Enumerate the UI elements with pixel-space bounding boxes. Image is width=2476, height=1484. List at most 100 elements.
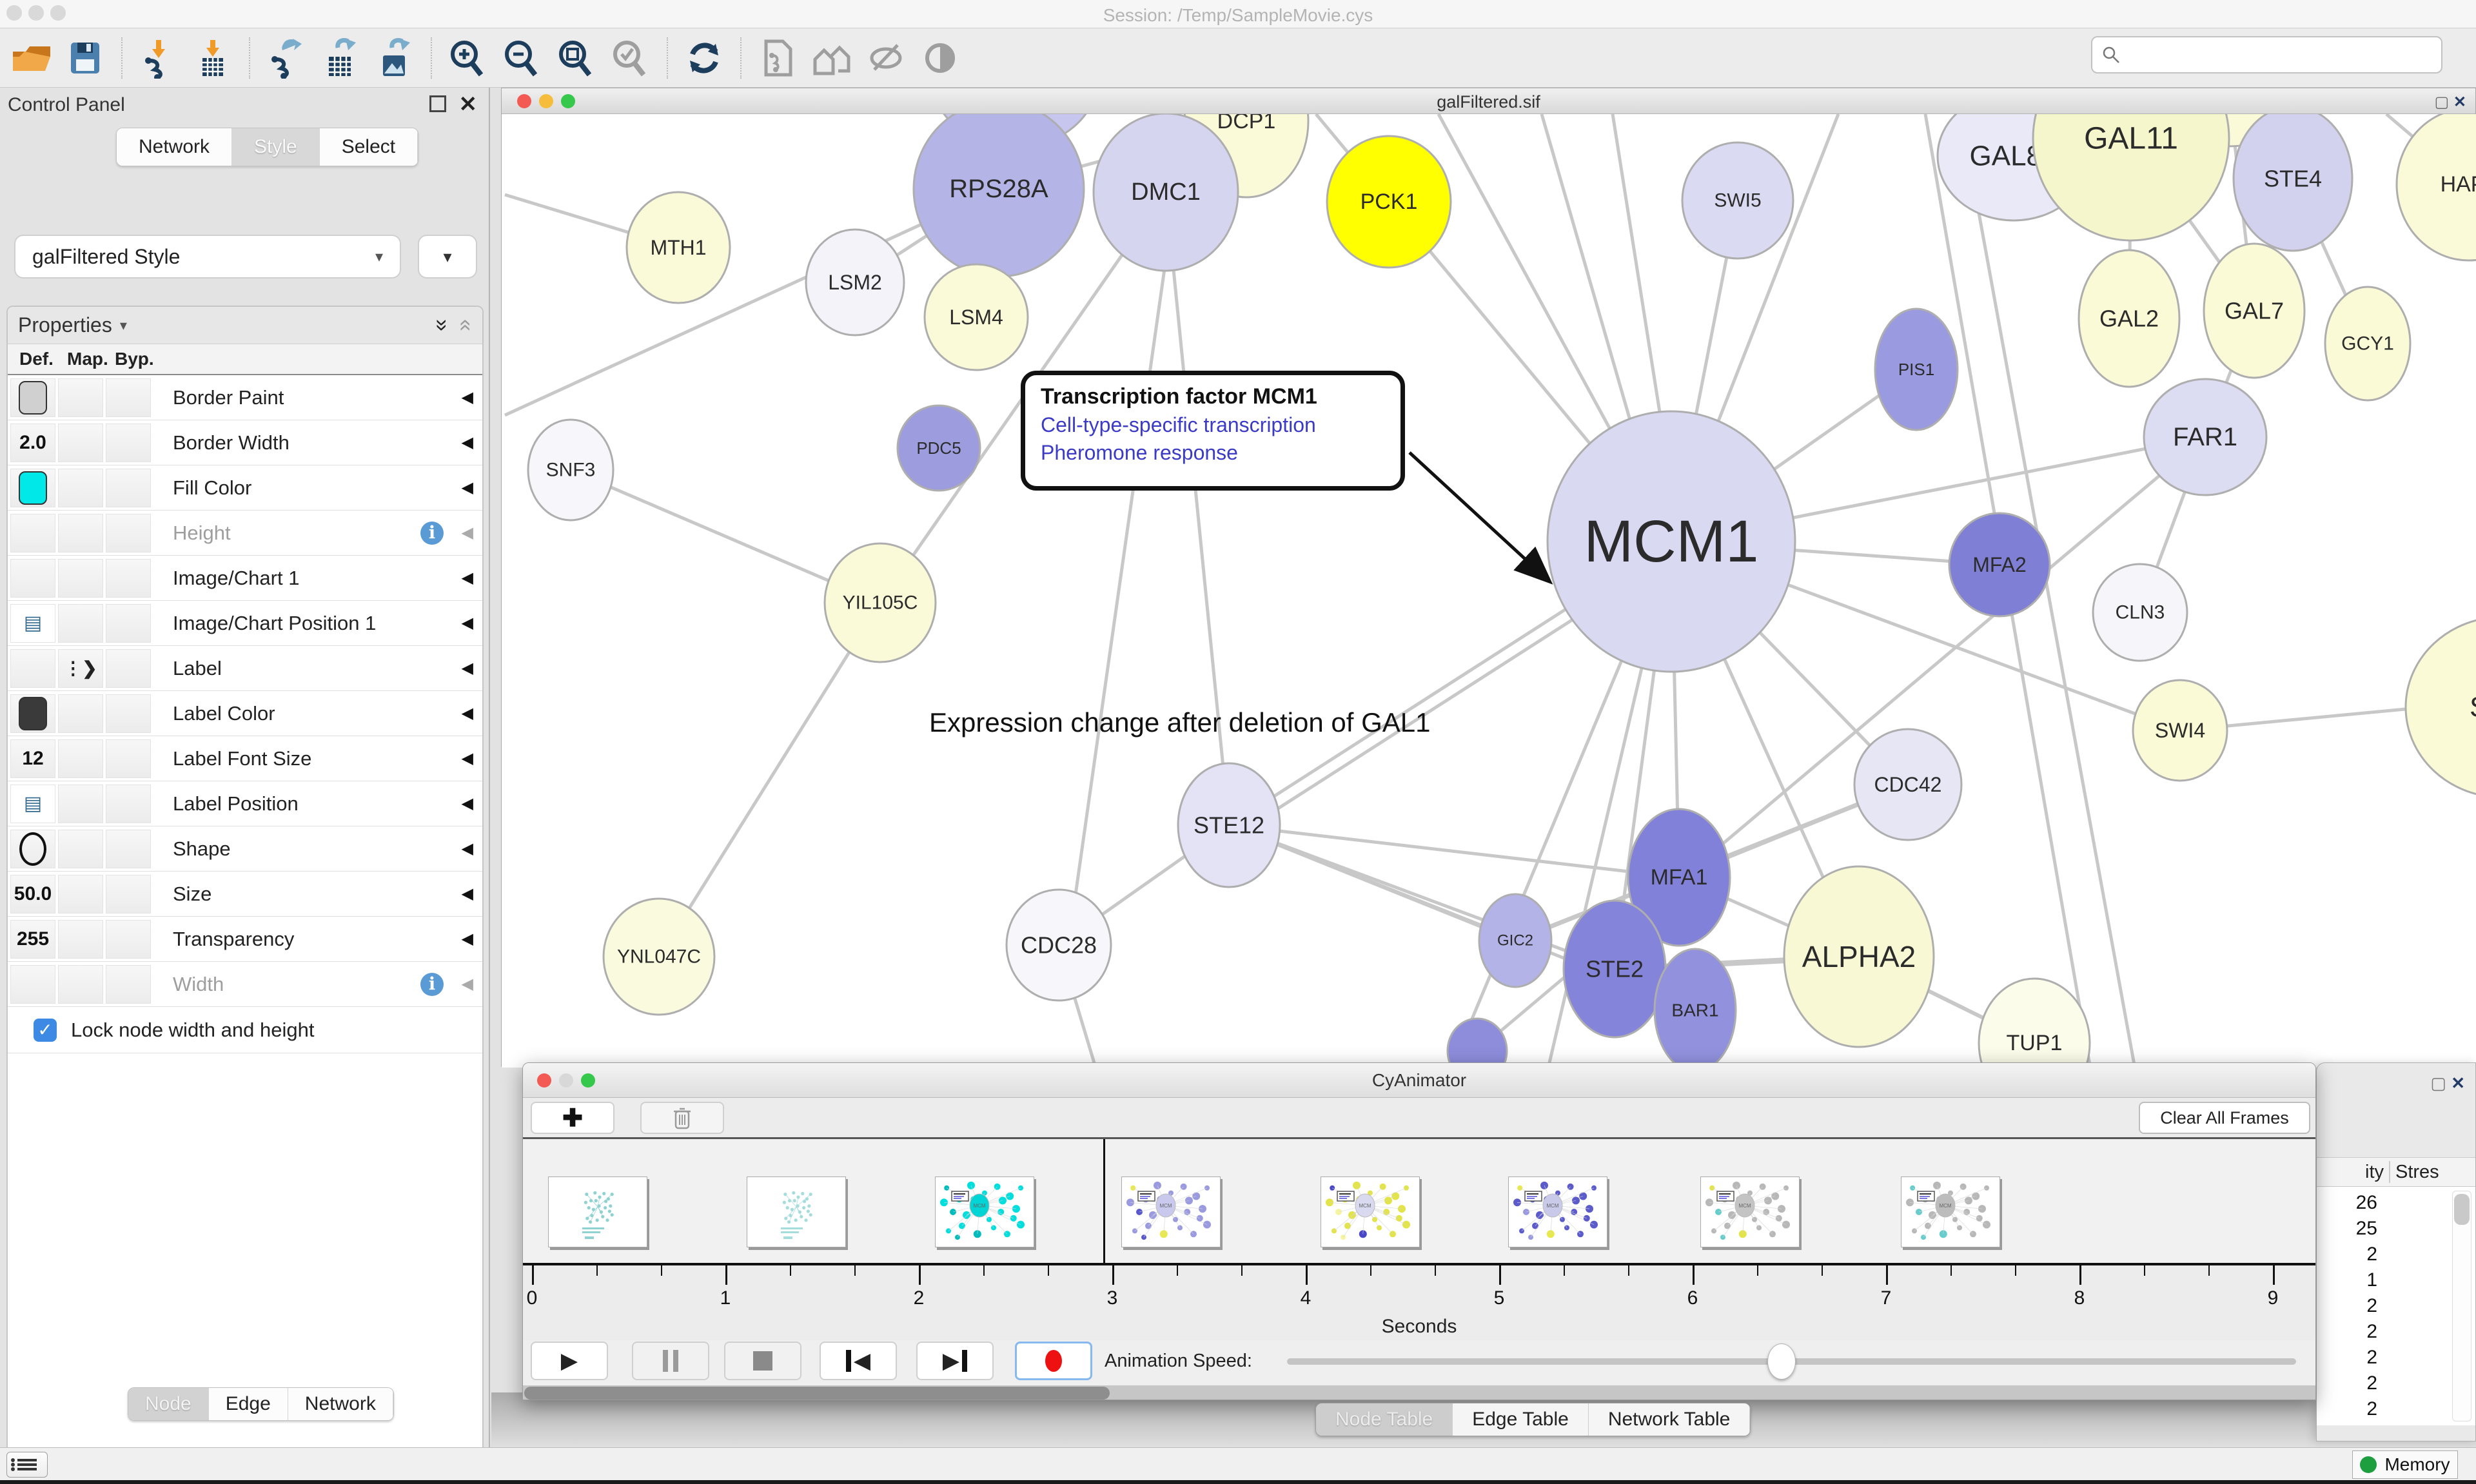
property-row-shape[interactable]: Shape◀	[8, 826, 482, 872]
save-icon[interactable]	[62, 35, 108, 81]
default-value-cell[interactable]	[10, 559, 55, 598]
network-node-tup1[interactable]: TUP1	[1979, 979, 2090, 1068]
tab-node-table[interactable]: Node Table	[1316, 1403, 1453, 1436]
mapping-cell[interactable]	[58, 694, 103, 733]
network-node-ste12[interactable]: STE12	[1178, 763, 1280, 887]
frame-thumbnail-3[interactable]: MCM	[935, 1176, 1034, 1247]
frame-thumbnail-5[interactable]: MCM	[1321, 1176, 1420, 1247]
table-scrollbar[interactable]	[2452, 1191, 2471, 1421]
tab-node-style[interactable]: Node	[128, 1388, 209, 1420]
property-row-border-paint[interactable]: Border Paint◀	[8, 375, 482, 420]
bypass-cell[interactable]	[106, 559, 151, 598]
default-value-cell[interactable]: 12	[10, 739, 55, 778]
expand-row-icon[interactable]: ◀	[462, 388, 473, 407]
network-node-swi4[interactable]: SWI4	[2133, 680, 2227, 781]
export-network-icon[interactable]	[263, 35, 310, 81]
property-row-label-font-size[interactable]: 12Label Font Size◀	[8, 736, 482, 781]
bypass-cell[interactable]	[106, 830, 151, 868]
network-node-swi5[interactable]: SWI5	[1682, 142, 1793, 259]
tab-select[interactable]: Select	[320, 128, 418, 166]
property-row-width[interactable]: Widthi◀	[8, 962, 482, 1007]
float-window-icon[interactable]: ▢	[2435, 93, 2450, 111]
tab-network[interactable]: Network	[117, 128, 232, 166]
lock-size-checkbox[interactable]: ✓	[34, 1019, 57, 1042]
default-value-cell[interactable]	[10, 830, 55, 868]
bypass-cell[interactable]	[106, 785, 151, 823]
mapping-cell[interactable]	[58, 785, 103, 823]
bypass-cell[interactable]	[106, 694, 151, 733]
expand-row-icon[interactable]: ◀	[462, 749, 473, 768]
properties-header[interactable]: Properties ▾ » «	[8, 307, 482, 344]
default-value-cell[interactable]	[10, 965, 55, 1004]
expand-row-icon[interactable]: ◀	[462, 659, 473, 678]
delete-frame-button[interactable]	[640, 1102, 724, 1134]
network-node-gal2[interactable]: GAL2	[2079, 250, 2179, 387]
network-edge[interactable]	[1068, 201, 1174, 949]
table-cell-value[interactable]: 2	[2326, 1347, 2377, 1369]
expand-row-icon[interactable]: ◀	[462, 975, 473, 993]
property-row-label-position[interactable]: ▤Label Position◀	[8, 781, 482, 826]
frame-thumbnail-8[interactable]: MCM	[1901, 1176, 2000, 1247]
expand-row-icon[interactable]: ◀	[462, 614, 473, 632]
window-icons[interactable]: ▢ ✕	[2435, 93, 2466, 112]
property-row-fill-color[interactable]: Fill Color◀	[8, 465, 482, 511]
network-node-gcy1[interactable]: GCY1	[2325, 287, 2410, 400]
table-cell-value[interactable]: 2	[2326, 1295, 2377, 1317]
mapping-cell[interactable]	[58, 920, 103, 959]
bypass-cell[interactable]	[106, 424, 151, 462]
style-options-button[interactable]: ▾	[418, 235, 477, 278]
network-node-hap2[interactable]: HAP2	[2397, 114, 2476, 260]
expand-row-icon[interactable]: ◀	[462, 478, 473, 497]
info-icon[interactable]: i	[420, 522, 444, 545]
network-canvas[interactable]: GAL80GAL11STE4HAP2DCP1DMC1RPS28APCK1SWI5…	[502, 114, 2476, 1068]
network-node-lsm4[interactable]: LSM4	[925, 264, 1028, 370]
stop-button[interactable]	[724, 1342, 801, 1380]
column-ity[interactable]: ity	[2317, 1162, 2384, 1183]
default-value-cell[interactable]	[10, 694, 55, 733]
frame-thumbnail-7[interactable]: MCM	[1700, 1176, 1800, 1247]
bypass-cell[interactable]	[106, 649, 151, 688]
cyanimator-titlebar[interactable]: CyAnimator	[523, 1063, 2315, 1098]
default-value-cell[interactable]: 50.0	[10, 875, 55, 913]
search-field[interactable]	[2091, 36, 2442, 73]
tab-edge-style[interactable]: Edge	[209, 1388, 288, 1420]
expand-row-icon[interactable]: ◀	[462, 930, 473, 948]
mapping-cell[interactable]	[58, 965, 103, 1004]
bypass-cell[interactable]	[106, 469, 151, 507]
default-value-cell[interactable]	[10, 378, 55, 417]
network-node-gic2[interactable]: GIC2	[1479, 894, 1551, 987]
network-node-far1[interactable]: FAR1	[2144, 379, 2266, 495]
network-node-pdc5[interactable]: PDC5	[898, 405, 980, 491]
annotation-box[interactable]: Transcription factor MCM1 Cell-type-spec…	[1021, 371, 1405, 491]
table-cell-value[interactable]: 2	[2326, 1244, 2377, 1265]
add-frame-button[interactable]: ✚	[531, 1102, 614, 1134]
table-cell-value[interactable]: 2	[2326, 1321, 2377, 1343]
default-value-cell[interactable]: 2.0	[10, 424, 55, 462]
task-history-button[interactable]	[6, 1452, 48, 1478]
property-row-image-chart-position-1[interactable]: ▤Image/Chart Position 1◀	[8, 601, 482, 646]
mapping-cell[interactable]	[58, 604, 103, 643]
go-to-start-button[interactable]: ◀	[820, 1342, 897, 1380]
network-node[interactable]	[1448, 1019, 1507, 1068]
network-node-rps28a[interactable]: RPS28A	[914, 114, 1084, 277]
network-node-snf3[interactable]: SNF3	[528, 420, 613, 520]
network-node-lsm2[interactable]: LSM2	[806, 229, 904, 335]
zoom-out-icon[interactable]	[499, 35, 545, 81]
open-folder-icon[interactable]	[8, 35, 54, 81]
clear-all-frames-button[interactable]: Clear All Frames	[2139, 1102, 2310, 1134]
network-node-alpha2[interactable]: ALPHA2	[1784, 866, 1934, 1047]
mapping-cell[interactable]	[58, 830, 103, 868]
mapping-cell[interactable]	[58, 378, 103, 417]
mapping-cell[interactable]	[58, 739, 103, 778]
table-cell-value[interactable]: 25	[2326, 1218, 2377, 1240]
frame-thumbnail-1[interactable]	[548, 1176, 647, 1247]
annotation-link-1[interactable]: Cell-type-specific transcription	[1041, 413, 1385, 437]
network-edge[interactable]	[1613, 114, 1661, 420]
float-panel-icon[interactable]	[429, 95, 446, 112]
network-node-mfa2[interactable]: MFA2	[1949, 513, 2050, 616]
import-table-icon[interactable]	[190, 35, 236, 81]
refresh-icon[interactable]	[681, 35, 727, 81]
network-node-gal7[interactable]: GAL7	[2204, 244, 2304, 378]
close-panel-icon[interactable]: ✕	[459, 92, 478, 117]
table-cell-value[interactable]: 26	[2326, 1192, 2377, 1214]
